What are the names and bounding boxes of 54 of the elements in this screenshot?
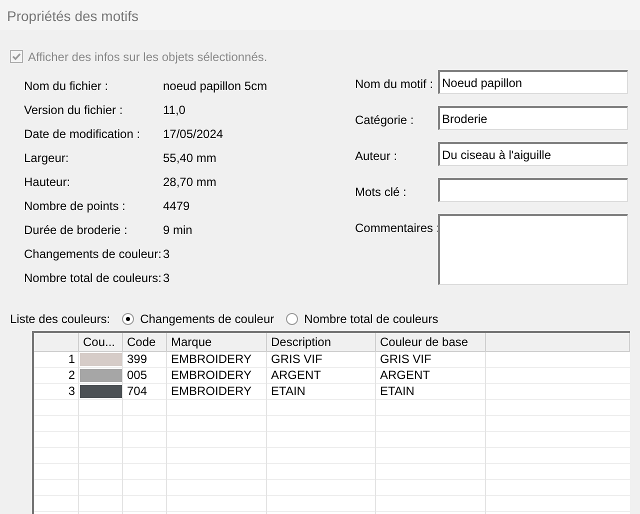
- row-number: 1: [67, 352, 76, 368]
- field-label: Mots clé :: [355, 184, 408, 201]
- row-number: 3: [67, 384, 76, 400]
- table-cell-text: ARGENT: [379, 368, 432, 384]
- info-value: 28,70 mm: [163, 174, 216, 191]
- table-cell-text: EMBROIDERY: [170, 368, 252, 384]
- info-label: Date de modification :: [24, 126, 142, 143]
- table-cell-text: GRIS VIF: [270, 352, 324, 368]
- radio-button[interactable]: [286, 313, 298, 325]
- column-header[interactable]: Code: [123, 333, 167, 352]
- info-value: 4479: [163, 198, 190, 215]
- input-field[interactable]: Broderie: [438, 106, 628, 130]
- radio-button[interactable]: [122, 313, 134, 325]
- column-header[interactable]: Description: [267, 333, 376, 352]
- window-title: Propriétés des motifs: [7, 8, 138, 24]
- field-label: Nom du motif :: [355, 76, 434, 93]
- table-cell-text: ETAIN: [379, 384, 416, 400]
- info-value: 11,0: [163, 102, 186, 119]
- column-header[interactable]: Couleur de base: [376, 333, 486, 352]
- field-label: Auteur :: [355, 148, 398, 165]
- input-field[interactable]: Du ciseau à l'aiguille: [438, 142, 628, 166]
- checkbox-label: Afficher des infos sur les objets sélectionnés.: [28, 48, 268, 66]
- table-cell-text: 005: [126, 368, 148, 384]
- row-number: 2: [67, 368, 76, 384]
- column-header[interactable]: Cou...: [79, 333, 123, 352]
- radio-label: Changements de couleur: [140, 311, 274, 328]
- info-value: 3: [163, 270, 170, 287]
- input-field[interactable]: [438, 178, 628, 202]
- table-cell-text: EMBROIDERY: [170, 352, 252, 368]
- info-label: Nombre total de couleurs:: [24, 270, 162, 287]
- info-value: 3: [163, 246, 170, 263]
- field-label: Catégorie :: [355, 112, 415, 129]
- info-label: Nom du fichier :: [24, 78, 110, 95]
- comments-field[interactable]: [438, 214, 628, 285]
- table-cell-text: EMBROIDERY: [170, 384, 252, 400]
- info-value: 55,40 mm: [163, 150, 216, 167]
- table-cell-text: 704: [126, 384, 148, 400]
- info-label: Version du fichier :: [24, 102, 124, 119]
- table-cell-text: 399: [126, 352, 148, 368]
- table-cell-text: GRIS VIF: [379, 352, 432, 368]
- radio-label: Nombre total de couleurs: [304, 311, 438, 328]
- info-value: noeud papillon 5cm: [163, 78, 268, 95]
- info-label: Hauteur:: [24, 174, 72, 191]
- color-list-label: Liste des couleurs:: [10, 311, 110, 328]
- table-cell-text: ARGENT: [270, 368, 322, 384]
- info-label: Durée de broderie :: [24, 222, 128, 239]
- column-header[interactable]: Marque: [167, 333, 267, 352]
- info-label: Largeur:: [24, 150, 70, 167]
- info-label: Nombre de points :: [24, 198, 126, 215]
- info-value: 17/05/2024: [163, 126, 224, 143]
- info-value: 9 min: [163, 222, 192, 239]
- table-cell-text: ETAIN: [270, 384, 306, 400]
- input-field[interactable]: Noeud papillon: [438, 70, 628, 94]
- info-label: Changements de couleur:: [24, 246, 162, 263]
